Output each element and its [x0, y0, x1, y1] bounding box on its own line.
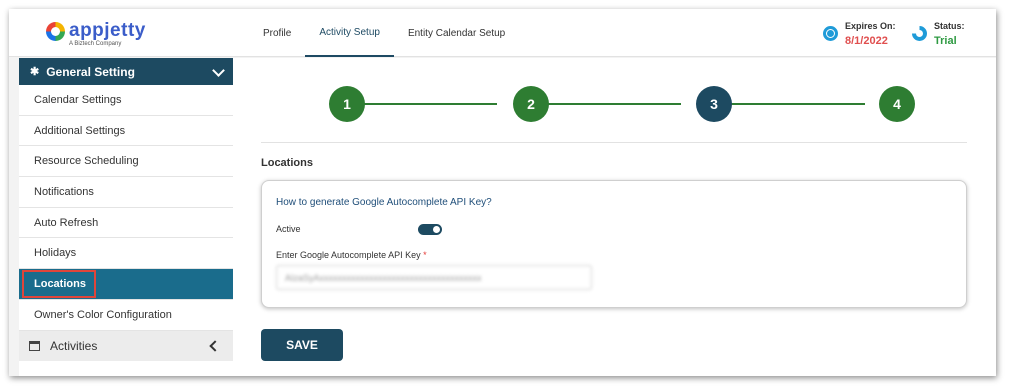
top-header: appjetty A Biztech Company Profile Activ… [9, 9, 996, 57]
step-2[interactable]: 2 [513, 86, 549, 122]
sidebar-item-additional-settings[interactable]: Additional Settings [19, 116, 233, 147]
sidebar-item-resource-scheduling[interactable]: Resource Scheduling [19, 146, 233, 178]
sidebar-item-calendar-settings[interactable]: Calendar Settings [19, 85, 233, 116]
status-info: Status: Trial [912, 20, 965, 49]
step-connector [349, 103, 497, 105]
sidebar-item-locations-label: Locations [22, 269, 96, 298]
api-key-label: Enter Google Autocomplete API Key * [276, 250, 427, 260]
brand-name: appjetty [69, 20, 146, 41]
globe-icon [823, 26, 838, 41]
page-title: Locations [261, 157, 313, 169]
stepper: 1 2 3 4 [313, 86, 915, 122]
sidebar-section-general-setting[interactable]: ✱ General Setting [19, 58, 233, 85]
logo-mark-icon [46, 22, 65, 41]
sidebar: ✱ General Setting Calendar Settings Addi… [19, 58, 233, 376]
main-content: 1 2 3 4 Locations How to generate Google… [233, 58, 996, 376]
sidebar-item-locations[interactable]: Locations [19, 269, 233, 300]
active-toggle[interactable] [418, 224, 442, 235]
status-label: Status: [934, 21, 965, 31]
sidebar-item-owners-color-configuration[interactable]: Owner's Color Configuration [19, 300, 233, 331]
expires-value: 8/1/2022 [845, 35, 888, 47]
sidebar-item-auto-refresh[interactable]: Auto Refresh [19, 208, 233, 239]
app-window: appjetty A Biztech Company Profile Activ… [9, 9, 996, 376]
status-icon [912, 26, 927, 41]
step-4[interactable]: 4 [879, 86, 915, 122]
locations-card: How to generate Google Autocomplete API … [261, 180, 967, 308]
expires-label: Expires On: [845, 21, 896, 31]
api-key-label-text: Enter Google Autocomplete API Key [276, 250, 421, 260]
brand-tagline: A Biztech Company [69, 41, 122, 47]
tab-entity-calendar-setup[interactable]: Entity Calendar Setup [394, 9, 519, 57]
step-1[interactable]: 1 [329, 86, 365, 122]
step-3[interactable]: 3 [696, 86, 732, 122]
step-connector [717, 103, 865, 105]
divider [261, 142, 967, 143]
status-value: Trial [934, 35, 957, 47]
active-label: Active [276, 224, 301, 234]
sidebar-item-holidays[interactable]: Holidays [19, 238, 233, 270]
required-mark: * [423, 250, 427, 260]
sidebar-section-activities[interactable]: Activities [19, 330, 233, 361]
sidebar-section-title: General Setting [46, 64, 135, 79]
tab-activity-setup[interactable]: Activity Setup [305, 9, 394, 57]
expires-info: Expires On: 8/1/2022 [823, 20, 896, 49]
save-button[interactable]: SAVE [261, 329, 343, 361]
api-key-help-link[interactable]: How to generate Google Autocomplete API … [276, 197, 492, 208]
tab-profile[interactable]: Profile [249, 9, 305, 57]
sidebar-item-notifications[interactable]: Notifications [19, 177, 233, 208]
activities-label: Activities [50, 338, 98, 353]
gear-icon: ✱ [30, 66, 40, 78]
top-tabs: Profile Activity Setup Entity Calendar S… [249, 9, 519, 57]
chevron-left-icon [209, 339, 221, 352]
calendar-icon [29, 340, 40, 351]
api-key-input[interactable] [276, 265, 592, 290]
step-connector [533, 103, 681, 105]
chevron-down-icon [212, 64, 225, 77]
